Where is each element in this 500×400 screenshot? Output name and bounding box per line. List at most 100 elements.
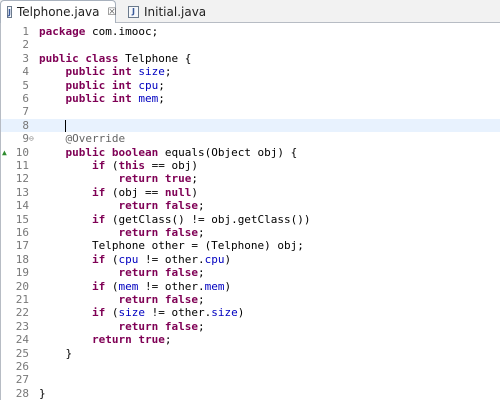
line-number: 15	[15, 212, 29, 226]
line-number: 28	[15, 386, 29, 400]
code-token: == obj)	[144, 159, 198, 172]
line-number: 24	[15, 333, 29, 347]
line-number: 8	[22, 118, 29, 132]
code-token: size	[211, 306, 238, 320]
code-line[interactable]: 3 public class Telphone {	[1, 52, 500, 65]
code-line[interactable]: 25 }	[1, 347, 500, 360]
override-marker-icon[interactable]: ▲	[2, 146, 10, 159]
code-line[interactable]: 27	[1, 373, 500, 386]
code-token: cpu	[118, 252, 139, 266]
code-line[interactable]: 19 return false;	[1, 266, 500, 279]
code-line[interactable]: 21 return false;	[1, 293, 500, 306]
line-number: 26	[15, 360, 29, 373]
code-line[interactable]: 13 if (obj == null)	[1, 186, 500, 199]
code-token: ;	[158, 78, 165, 92]
code-token: ;	[197, 319, 205, 333]
code-line[interactable]: 18 if (cpu != other.cpu)	[1, 253, 500, 266]
code-line[interactable]: 10 ▲ public boolean equals(Object obj) {	[1, 146, 500, 159]
line-number: 13	[15, 185, 29, 199]
code-token: return true	[118, 172, 192, 186]
code-token: mem	[204, 279, 225, 293]
code-line[interactable]: 22 if (size != other.size)	[1, 306, 500, 319]
line-number: 19	[15, 266, 29, 280]
code-text: return false;	[39, 293, 205, 306]
code-token: )	[224, 252, 232, 266]
code-line[interactable]: 16 return false;	[1, 226, 500, 239]
code-line[interactable]: 9 ⊖ @Override	[1, 132, 500, 145]
code-token: size	[138, 65, 165, 79]
code-token: com.imooc;	[91, 25, 159, 38]
code-line[interactable]: 7	[1, 105, 500, 118]
code-text: if (obj == null)	[39, 186, 198, 199]
code-line[interactable]: 17 Telphone other = (Telphone) obj;	[1, 239, 500, 252]
code-line[interactable]: 15 if (getClass() != obj.getClass())	[1, 213, 500, 226]
code-token: (getClass() != obj.getClass())	[111, 212, 311, 226]
code-line[interactable]: 24 return true;	[1, 333, 500, 346]
code-line[interactable]: 2	[1, 38, 500, 51]
code-token: return true	[91, 333, 165, 347]
code-text: return false;	[39, 199, 204, 212]
code-line[interactable]: 1 package com.imooc;	[1, 25, 500, 38]
fold-toggle-icon[interactable]: ⊖	[29, 132, 37, 145]
code-text: public int mem;	[39, 92, 165, 105]
line-number: 14	[15, 199, 29, 213]
code-token: ;	[191, 172, 198, 186]
code-token: @Override	[65, 132, 126, 146]
text-caret	[65, 119, 66, 132]
code-token: public int	[65, 78, 139, 92]
line-number: 2	[22, 38, 29, 52]
code-line[interactable]: 28}	[1, 387, 500, 400]
code-token: }	[39, 346, 73, 360]
code-token: return false	[118, 319, 198, 333]
code-token: ;	[158, 92, 165, 105]
code-text: if (mem != other.mem)	[39, 280, 231, 293]
code-line[interactable]: 14 return false;	[1, 199, 500, 212]
code-line[interactable]: 26	[1, 360, 500, 373]
code-token: (obj ==	[111, 185, 165, 199]
line-number: 3	[22, 51, 29, 65]
code-text: if (this == obj)	[39, 159, 198, 172]
line-number: 5	[22, 78, 29, 92]
line-number: 21	[15, 293, 29, 306]
code-line[interactable]: 12 return true;	[1, 172, 500, 185]
line-number: 1	[22, 25, 29, 38]
code-token: != other.	[144, 306, 212, 320]
code-token: ;	[164, 333, 172, 347]
code-line[interactable]: 23 return false;	[1, 320, 500, 333]
code-token: )	[237, 306, 245, 320]
code-text: return false;	[39, 266, 205, 280]
code-editor[interactable]: 1 package com.imooc; 2 3 public class Telpho…	[0, 23, 500, 400]
code-text: public boolean equals(Object obj) {	[39, 145, 298, 159]
tab-initial-java[interactable]: J Initial.java	[124, 0, 210, 23]
code-text: }	[39, 387, 46, 400]
code-line[interactable]: 6 public int mem;	[1, 92, 500, 105]
tab-label: Telphone.java	[16, 5, 100, 19]
code-token: package	[39, 25, 92, 38]
code-token: )	[224, 279, 232, 293]
code-token: != other.	[138, 252, 205, 266]
code-token: public boolean	[65, 145, 165, 159]
code-line[interactable]: 11 if (this == obj)	[1, 159, 500, 172]
close-icon[interactable]: ☒	[108, 7, 117, 18]
code-text: public int size;	[39, 65, 172, 79]
code-token: ;	[197, 293, 205, 306]
code-text: package com.imooc;	[39, 25, 158, 38]
java-file-icon: J	[7, 6, 12, 18]
code-line[interactable]: 5 public int cpu;	[1, 79, 500, 92]
code-line[interactable]: 20 if (mem != other.mem)	[1, 280, 500, 293]
line-number: 6	[22, 92, 29, 105]
code-token: ;	[197, 266, 205, 280]
line-number: 27	[15, 373, 29, 387]
tab-telphone-java[interactable]: J Telphone.java ☒	[0, 0, 116, 23]
code-line[interactable]: 4 public int size;	[1, 65, 500, 78]
code-text: public class Telphone {	[39, 52, 191, 65]
code-line[interactable]: 8	[1, 118, 500, 133]
line-number: 4	[22, 65, 29, 79]
